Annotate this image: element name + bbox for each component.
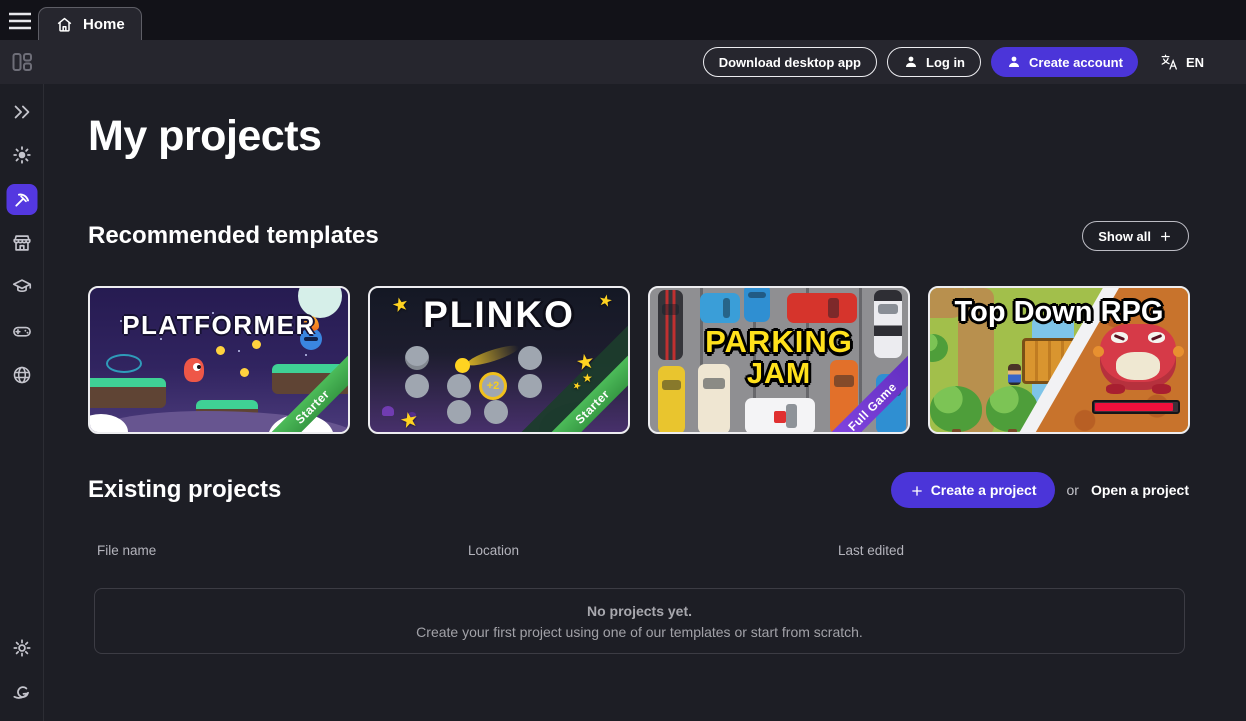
column-header-location: Location	[468, 543, 519, 558]
person-icon	[1006, 54, 1022, 70]
projects-heading: Existing projects	[88, 476, 281, 504]
expand-panel-icon[interactable]	[11, 101, 33, 123]
main-content: My projects Recommended templates Show a…	[44, 84, 1246, 721]
hero-art	[1008, 364, 1021, 385]
login-label: Log in	[926, 55, 965, 70]
tab-home[interactable]: Home	[38, 7, 142, 41]
open-project-link[interactable]: Open a project	[1091, 482, 1189, 498]
language-code: EN	[1186, 55, 1204, 70]
tree-art	[930, 386, 982, 432]
car-sprite	[745, 398, 815, 434]
build-section-button[interactable]	[6, 184, 37, 215]
translate-icon	[1160, 53, 1179, 72]
car-sprite	[700, 293, 740, 323]
plus-icon	[1158, 229, 1173, 244]
page-title: My projects	[88, 112, 321, 161]
boss-frog-art	[1111, 332, 1128, 343]
pickaxe-icon	[11, 189, 32, 210]
tab-bar: Home	[0, 0, 1246, 40]
login-button[interactable]: Log in	[887, 47, 981, 77]
health-bar-art	[1092, 400, 1180, 414]
player-art	[184, 358, 204, 382]
column-header-file-name: File name	[97, 543, 156, 558]
create-project-label: Create a project	[931, 482, 1037, 498]
community-icon[interactable]	[11, 364, 33, 386]
show-all-label: Show all	[1098, 229, 1151, 244]
plus-icon	[909, 483, 924, 498]
ball-trail-art	[466, 342, 521, 369]
templates-heading: Recommended templates	[88, 222, 379, 250]
home-icon	[55, 15, 74, 34]
play-icon[interactable]	[11, 320, 33, 342]
download-desktop-app-button[interactable]: Download desktop app	[703, 47, 877, 77]
template-card-parking-jam[interactable]: PARKING JAM Full Game	[648, 286, 910, 434]
menu-icon[interactable]	[7, 9, 33, 33]
card-title-line1: PARKING	[650, 324, 908, 360]
person-icon	[903, 54, 919, 70]
template-card-platformer[interactable]: PLATFORMER Starter	[88, 286, 350, 434]
platform-art	[88, 378, 166, 408]
template-card-top-down-rpg[interactable]: Top Down RPG	[928, 286, 1190, 434]
coins-art	[216, 346, 225, 355]
shop-icon[interactable]	[11, 232, 33, 254]
template-cards-row: PLATFORMER Starter +2 ★ ★ ★ ★ ★ ★ PLINKO…	[88, 286, 1190, 434]
column-header-last-edited: Last edited	[838, 543, 904, 558]
get-started-icon[interactable]	[11, 144, 33, 166]
download-label: Download desktop app	[719, 55, 861, 70]
toolbar: Download desktop app Log in Create accou…	[0, 40, 1246, 84]
bush-art	[928, 334, 948, 362]
empty-state-title: No projects yet.	[587, 603, 692, 619]
pegs-art	[405, 346, 429, 370]
star-icon: ★	[582, 372, 593, 384]
boss-frog-art	[1116, 352, 1160, 380]
eye-art	[106, 354, 142, 373]
create-account-label: Create account	[1029, 55, 1123, 70]
boss-frog-art	[1148, 332, 1165, 343]
settings-icon[interactable]	[11, 637, 33, 659]
show-all-button[interactable]: Show all	[1082, 221, 1189, 251]
car-sprite	[744, 286, 770, 322]
panels-layout-icon[interactable]	[10, 50, 34, 74]
card-title-line2: JAM	[650, 358, 908, 391]
empty-projects-placeholder: No projects yet. Create your first proje…	[94, 588, 1185, 654]
toolbar-actions: Download desktop app Log in Create accou…	[703, 47, 1204, 77]
template-card-plinko[interactable]: +2 ★ ★ ★ ★ ★ ★ PLINKO Starter	[368, 286, 630, 434]
ball-art	[455, 358, 470, 373]
learn-icon[interactable]	[11, 276, 33, 298]
tab-home-label: Home	[83, 16, 125, 33]
car-sprite	[787, 293, 857, 323]
empty-state-subtitle: Create your first project using one of o…	[416, 624, 863, 640]
gdevelop-home-window: Home Download desktop app Log in	[0, 0, 1246, 721]
star-icon: ★	[398, 408, 421, 432]
or-text: or	[1067, 482, 1079, 498]
card-title: PLATFORMER	[90, 310, 348, 341]
mushroom-art	[382, 406, 394, 416]
gdevelop-logo-icon[interactable]	[11, 681, 33, 703]
boss-frog-art	[1106, 384, 1125, 394]
create-project-button[interactable]: Create a project	[891, 472, 1055, 508]
card-title: Top Down RPG	[930, 296, 1188, 329]
card-title: PLINKO	[370, 294, 628, 336]
sidebar	[0, 84, 44, 721]
boss-frog-art	[1093, 346, 1104, 357]
bonus-peg: +2	[479, 372, 507, 400]
language-selector[interactable]: EN	[1160, 53, 1204, 72]
create-account-button[interactable]: Create account	[991, 47, 1138, 77]
